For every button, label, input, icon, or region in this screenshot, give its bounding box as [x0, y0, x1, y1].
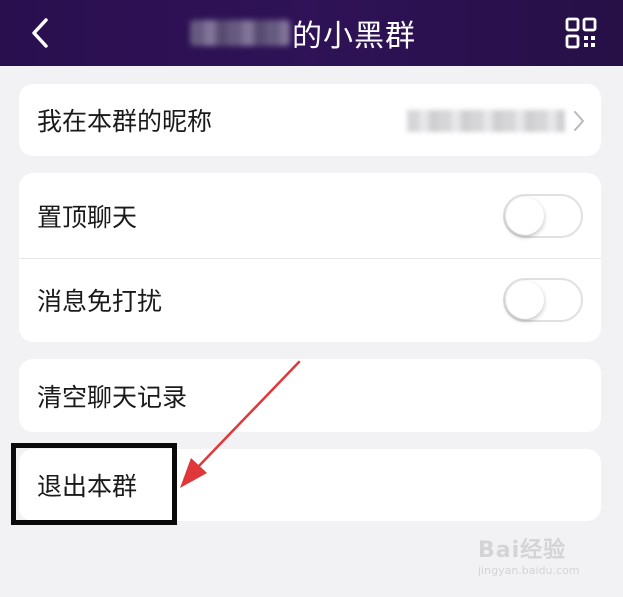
chat-options-card: 置顶聊天 消息免打扰: [19, 173, 601, 342]
toggle-knob: [506, 196, 544, 235]
qr-code-button[interactable]: [565, 17, 597, 49]
pin-chat-row: 置顶聊天: [19, 173, 601, 258]
pin-chat-toggle[interactable]: [503, 193, 583, 238]
nickname-label: 我在本群的昵称: [37, 107, 213, 136]
watermark-sub: jingyan.baidu.com: [478, 564, 580, 577]
toggle-knob: [506, 281, 544, 319]
do-not-disturb-toggle[interactable]: [503, 278, 583, 322]
pin-chat-label: 置顶聊天: [37, 202, 138, 232]
title-text: 的小黑群: [292, 19, 416, 54]
do-not-disturb-label: 消息免打扰: [37, 287, 163, 316]
do-not-disturb-row: 消息免打扰: [19, 258, 601, 342]
annotation-highlight-box: [11, 443, 177, 525]
chevron-right-icon: [574, 111, 584, 131]
watermark-main: Bai经验: [478, 538, 567, 563]
qr-code-icon: [565, 17, 597, 49]
clear-history-card: 清空聊天记录: [19, 359, 601, 432]
clear-history-label: 清空聊天记录: [37, 382, 188, 412]
back-button[interactable]: [22, 14, 58, 52]
nickname-card: 我在本群的昵称: [19, 84, 601, 156]
top-bar: 的小黑群: [0, 0, 623, 66]
blurred-group-name: [190, 20, 290, 46]
nickname-row[interactable]: 我在本群的昵称: [19, 84, 601, 156]
baidu-watermark: Bai经验 jingyan.baidu.com: [478, 532, 580, 577]
clear-history-row[interactable]: 清空聊天记录: [19, 359, 601, 432]
chevron-left-icon: [32, 18, 48, 48]
blurred-nickname: [407, 110, 565, 132]
page-title: 的小黑群: [190, 10, 416, 56]
